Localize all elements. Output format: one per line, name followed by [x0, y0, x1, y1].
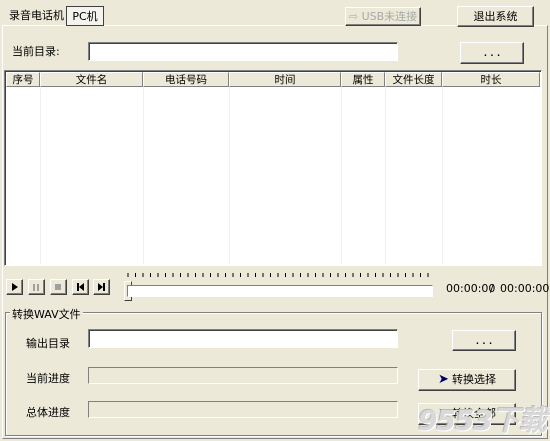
usb-status-button[interactable]: ⇨ USB未连接 — [345, 7, 421, 26]
watermark-logo: 9553下载 — [418, 404, 547, 437]
skip-back-icon — [77, 283, 84, 291]
tab-phone-recorder[interactable]: 录音电话机 — [6, 6, 67, 26]
browse-directory-button[interactable]: ... — [460, 42, 524, 64]
browse-output-button[interactable]: ... — [452, 330, 516, 351]
column-header-filename[interactable]: 文件名 — [40, 72, 143, 87]
grid-line — [442, 87, 443, 264]
grid-line — [40, 87, 41, 264]
file-list-header: 序号 文件名 电话号码 时间 属性 文件长度 时长 — [6, 72, 540, 87]
output-directory-label: 输出目录 — [26, 337, 70, 350]
stop-icon — [55, 284, 61, 290]
column-header-time[interactable]: 时间 — [229, 72, 341, 87]
current-progress-bar — [88, 367, 398, 384]
seek-slider-track[interactable] — [127, 285, 433, 297]
next-button[interactable] — [93, 279, 110, 295]
skip-forward-icon — [98, 283, 105, 291]
play-icon — [12, 283, 18, 291]
grid-line — [341, 87, 342, 264]
pause-icon — [33, 284, 39, 291]
column-header-duration[interactable]: 时长 — [442, 72, 540, 87]
column-header-attribute[interactable]: 属性 — [341, 72, 385, 87]
previous-button[interactable] — [72, 279, 89, 295]
seek-tick-marks — [127, 273, 429, 277]
play-button[interactable] — [6, 279, 23, 295]
pause-button[interactable] — [28, 279, 45, 295]
file-list[interactable]: 序号 文件名 电话号码 时间 属性 文件长度 时长 — [4, 70, 542, 266]
total-progress-bar — [88, 401, 398, 418]
column-header-phone[interactable]: 电话号码 — [143, 72, 229, 87]
column-header-file-length[interactable]: 文件长度 — [385, 72, 442, 87]
folder-browse-icon: ... — [482, 46, 502, 59]
grid-line — [385, 87, 386, 264]
time-separator: / — [490, 282, 494, 295]
total-progress-label: 总体进度 — [26, 406, 70, 419]
output-directory-field[interactable] — [88, 329, 398, 348]
arrow-right-icon: ➤ — [438, 372, 449, 387]
tab-pc[interactable]: PC机 — [66, 6, 104, 26]
current-directory-label: 当前目录: — [12, 45, 60, 58]
convert-selected-label: 转换选择 — [451, 373, 496, 386]
usb-arrow-icon: ⇨ — [348, 10, 359, 23]
usb-status-label: USB未连接 — [361, 10, 418, 23]
grid-line — [229, 87, 230, 264]
current-progress-label: 当前进度 — [26, 372, 70, 385]
grid-line — [143, 87, 144, 264]
current-time-readout: 00:00:00 — [446, 282, 496, 295]
folder-browse-icon: ... — [474, 334, 494, 347]
stop-button[interactable] — [50, 279, 67, 295]
output-directory-input[interactable] — [89, 330, 397, 347]
convert-wav-group-title: 转换WAV文件 — [10, 306, 83, 322]
exit-button[interactable]: 退出系统 — [457, 6, 534, 27]
current-directory-field[interactable] — [88, 42, 398, 61]
current-directory-input[interactable] — [89, 43, 397, 60]
convert-selected-button[interactable]: ➤ 转换选择 — [418, 369, 516, 391]
total-time-readout: 00:00:00 — [500, 282, 550, 295]
column-header-index[interactable]: 序号 — [6, 72, 40, 87]
